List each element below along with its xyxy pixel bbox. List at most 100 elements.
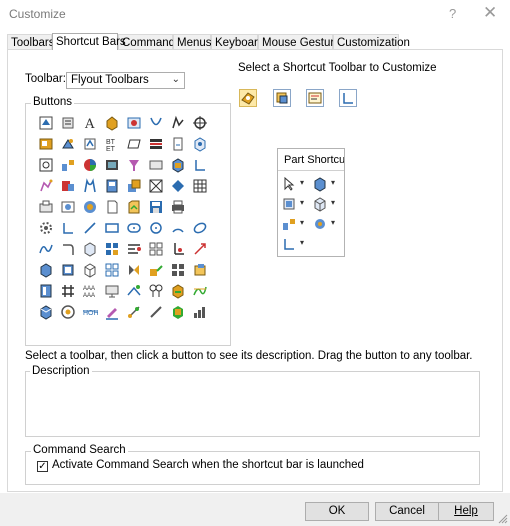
chevron-down-icon[interactable]: ▾ <box>331 178 335 187</box>
command-icon[interactable] <box>170 115 186 131</box>
command-icon[interactable] <box>38 136 54 152</box>
command-icon[interactable] <box>60 241 76 257</box>
command-icon[interactable] <box>126 115 142 131</box>
command-icon[interactable] <box>82 136 98 152</box>
command-icon[interactable] <box>104 178 120 194</box>
command-icon[interactable] <box>170 199 186 215</box>
command-icon[interactable] <box>170 157 186 173</box>
command-icon[interactable] <box>170 136 186 152</box>
command-icon[interactable] <box>170 178 186 194</box>
command-icon[interactable] <box>38 283 54 299</box>
command-icon[interactable] <box>60 115 76 131</box>
command-icon[interactable] <box>60 199 76 215</box>
command-icon[interactable] <box>148 220 164 236</box>
tab-menus[interactable]: Menus <box>173 34 212 49</box>
command-icon[interactable] <box>192 241 208 257</box>
command-icon[interactable] <box>170 220 186 236</box>
command-icon[interactable] <box>192 220 208 236</box>
command-icon[interactable] <box>38 241 54 257</box>
command-icon[interactable]: BT ET <box>104 136 120 152</box>
tab-keyboard[interactable]: Keyboard <box>211 34 264 49</box>
chevron-down-icon[interactable]: ▾ <box>300 238 304 247</box>
command-icon[interactable] <box>148 199 164 215</box>
view-settings-icon[interactable] <box>312 216 328 232</box>
chevron-down-icon[interactable]: ▾ <box>300 178 304 187</box>
command-icon[interactable]: A <box>82 115 98 131</box>
command-icon[interactable] <box>60 136 76 152</box>
command-icon[interactable] <box>60 157 76 173</box>
cancel-button[interactable]: Cancel <box>375 502 439 521</box>
command-icon[interactable] <box>82 199 98 215</box>
command-icon[interactable] <box>148 241 164 257</box>
command-icon[interactable] <box>192 115 208 131</box>
chevron-down-icon[interactable]: ▾ <box>331 218 335 227</box>
command-icon[interactable] <box>148 283 164 299</box>
sketch-shortcut-toolbar-button[interactable] <box>339 89 357 107</box>
command-icon[interactable] <box>192 304 208 320</box>
tab-toolbars[interactable]: Toolbars <box>7 34 54 49</box>
command-icon[interactable] <box>148 136 164 152</box>
command-icon[interactable] <box>104 220 120 236</box>
help-button[interactable]: Help <box>438 502 494 521</box>
display-style-icon[interactable] <box>281 196 297 212</box>
view-orientation-icon[interactable] <box>312 176 328 192</box>
command-icon[interactable] <box>148 115 164 131</box>
command-icon[interactable] <box>104 283 120 299</box>
command-icon[interactable] <box>104 157 120 173</box>
command-icon[interactable] <box>148 178 164 194</box>
chevron-down-icon[interactable]: ▾ <box>300 218 304 227</box>
command-icon[interactable] <box>126 178 142 194</box>
command-icon[interactable] <box>82 220 98 236</box>
toolbar-select[interactable]: Flyout Toolbars ⌄ <box>66 72 185 89</box>
command-icon[interactable] <box>170 262 186 278</box>
command-icon[interactable] <box>38 304 54 320</box>
command-icon[interactable] <box>126 241 142 257</box>
resize-grip-icon[interactable] <box>498 514 508 524</box>
tab-shortcut-bars[interactable]: Shortcut Bars <box>52 33 126 50</box>
command-icon[interactable] <box>38 178 54 194</box>
command-icon[interactable]: HOH <box>82 304 98 320</box>
command-icon[interactable] <box>126 283 142 299</box>
command-icon[interactable] <box>126 136 142 152</box>
appearance-icon[interactable] <box>312 196 328 212</box>
command-icon[interactable] <box>38 262 54 278</box>
command-icon[interactable] <box>170 241 186 257</box>
command-icon[interactable] <box>38 199 54 215</box>
command-icon[interactable] <box>104 241 120 257</box>
close-icon[interactable]: ✕ <box>483 3 497 23</box>
command-icon[interactable] <box>126 157 142 173</box>
command-icon[interactable] <box>104 304 120 320</box>
command-icon[interactable] <box>126 304 142 320</box>
command-icon[interactable] <box>126 262 142 278</box>
command-icon[interactable] <box>104 262 120 278</box>
reference-geometry-icon[interactable] <box>281 216 297 232</box>
help-icon[interactable]: ? <box>449 6 456 21</box>
tab-mouse-gestures[interactable]: Mouse Gestures <box>258 34 346 49</box>
command-icon[interactable] <box>60 262 76 278</box>
ok-button[interactable]: OK <box>305 502 369 521</box>
command-icon[interactable] <box>104 115 120 131</box>
part-shortcut-toolbar-button[interactable] <box>239 89 257 107</box>
command-search-checkbox-label[interactable]: Activate Command Search when the shortcu… <box>52 459 364 471</box>
command-icon[interactable]: AAA AAA <box>82 283 98 299</box>
command-icon[interactable] <box>82 157 98 173</box>
command-icon[interactable] <box>148 262 164 278</box>
command-icon[interactable] <box>38 115 54 131</box>
command-icon[interactable] <box>38 157 54 173</box>
command-icon[interactable] <box>82 241 98 257</box>
command-icon[interactable] <box>60 283 76 299</box>
command-icon[interactable] <box>104 199 120 215</box>
command-icon[interactable] <box>38 220 54 236</box>
chevron-down-icon[interactable]: ▾ <box>331 198 335 207</box>
command-icon[interactable] <box>126 220 142 236</box>
command-icon[interactable] <box>60 304 76 320</box>
command-icon[interactable] <box>126 199 142 215</box>
chevron-down-icon[interactable]: ▾ <box>300 198 304 207</box>
command-icon[interactable] <box>192 136 208 152</box>
command-icon[interactable] <box>192 283 208 299</box>
drawing-shortcut-toolbar-button[interactable] <box>306 89 324 107</box>
command-icon[interactable] <box>60 220 76 236</box>
command-icon[interactable] <box>82 178 98 194</box>
tab-commands[interactable]: Commands <box>118 34 181 49</box>
command-icon[interactable] <box>192 178 208 194</box>
